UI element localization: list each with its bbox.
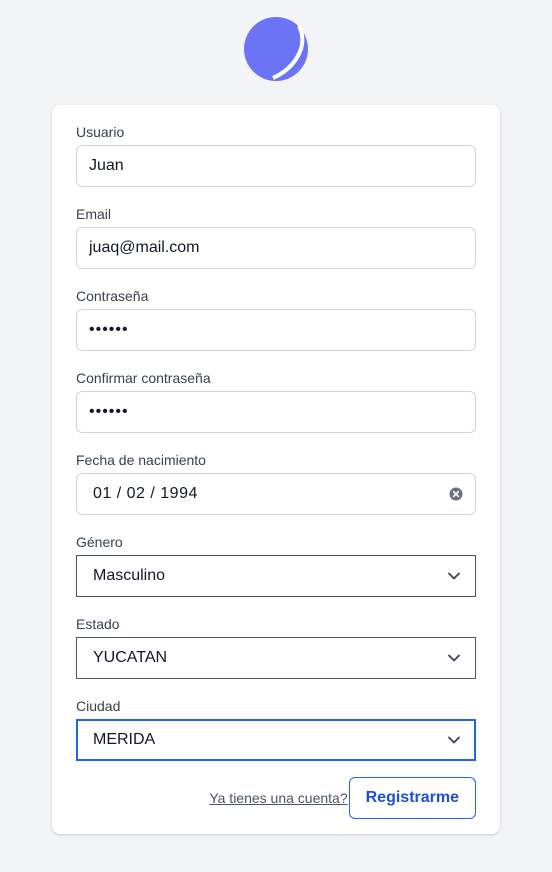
login-link[interactable]: Ya tienes una cuenta? <box>209 790 347 806</box>
email-input[interactable]: juaq@mail.com <box>76 227 476 269</box>
password-field: Contraseña •••••• <box>76 287 476 351</box>
crescent-logo-icon <box>244 17 308 81</box>
chevron-down-icon <box>448 736 460 744</box>
confirm-password-field: Confirmar contraseña •••••• <box>76 369 476 433</box>
usuario-label: Usuario <box>76 124 125 140</box>
usuario-value: Juan <box>89 157 124 174</box>
birthdate-value: 01 / 02 / 1994 <box>93 485 198 502</box>
form-footer: Ya tienes una cuenta? Registrarme <box>76 777 476 819</box>
state-label: Estado <box>76 616 120 632</box>
password-input[interactable]: •••••• <box>76 309 476 351</box>
chevron-down-icon <box>448 654 460 662</box>
usuario-input[interactable]: Juan <box>76 145 476 187</box>
state-value: YUCATAN <box>93 649 168 666</box>
gender-label: Género <box>76 534 123 550</box>
clear-icon[interactable] <box>449 487 463 501</box>
birthdate-input[interactable]: 01 / 02 / 1994 <box>76 473 476 515</box>
email-value: juaq@mail.com <box>89 239 200 256</box>
gender-value: Masculino <box>93 567 166 584</box>
usuario-field: Usuario Juan <box>76 123 476 187</box>
birthdate-field: Fecha de nacimiento 01 / 02 / 1994 <box>76 451 476 515</box>
confirm-password-value: •••••• <box>89 403 129 420</box>
state-field: Estado YUCATAN <box>76 615 476 679</box>
password-value: •••••• <box>89 321 129 338</box>
state-select[interactable]: YUCATAN <box>76 637 476 679</box>
city-field: Ciudad MERIDA <box>76 697 476 761</box>
chevron-down-icon <box>448 572 460 580</box>
gender-field: Género Masculino <box>76 533 476 597</box>
email-field: Email juaq@mail.com <box>76 205 476 269</box>
gender-select[interactable]: Masculino <box>76 555 476 597</box>
city-label: Ciudad <box>76 698 121 714</box>
city-select[interactable]: MERIDA <box>76 719 476 761</box>
register-button[interactable]: Registrarme <box>348 777 476 819</box>
confirm-password-input[interactable]: •••••• <box>76 391 476 433</box>
birthdate-label: Fecha de nacimiento <box>76 452 206 468</box>
password-label: Contraseña <box>76 288 149 304</box>
city-value: MERIDA <box>93 731 156 748</box>
registration-card: Usuario Juan Email juaq@mail.com Contras… <box>52 105 500 834</box>
email-label: Email <box>76 206 112 222</box>
confirm-password-label: Confirmar contraseña <box>76 370 211 386</box>
